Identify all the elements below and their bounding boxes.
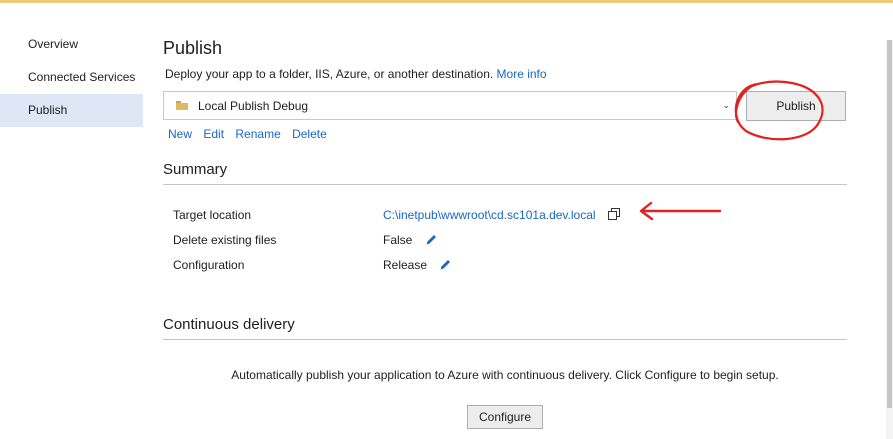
delete-existing-files-value: False — [383, 233, 438, 249]
target-location-path[interactable]: C:\inetpub\wwwroot\cd.sc101a.dev.local — [383, 208, 596, 222]
delete-existing-files-text: False — [383, 233, 413, 248]
configuration-text: Release — [383, 258, 428, 273]
configuration-value: Release — [383, 258, 452, 274]
configure-button[interactable]: Configure — [467, 405, 543, 429]
target-location-label: Target location — [173, 208, 252, 222]
page-title: Publish — [163, 38, 223, 58]
pencil-icon[interactable] — [425, 233, 438, 249]
description-text: Deploy your app to a folder, IIS, Azure,… — [165, 67, 494, 81]
delete-profile-link[interactable]: Delete — [292, 127, 327, 141]
folder-icon — [176, 101, 188, 110]
page-description: Deploy your app to a folder, IIS, Azure,… — [165, 67, 547, 81]
profile-selected-label: Local Publish Debug — [198, 99, 309, 113]
sidebar: Overview Connected Services Publish — [0, 28, 143, 127]
target-location-value: C:\inetpub\wwwroot\cd.sc101a.dev.local — [383, 208, 620, 223]
continuous-delivery-divider — [163, 339, 847, 340]
delete-existing-files-label: Delete existing files — [173, 233, 277, 247]
summary-divider — [163, 184, 847, 185]
chevron-down-icon[interactable]: ⌄ — [722, 100, 730, 111]
sidebar-item-connected-services[interactable]: Connected Services — [0, 61, 143, 94]
copy-icon[interactable] — [607, 208, 620, 223]
profile-actions: New Edit Rename Delete — [168, 127, 335, 141]
configuration-label: Configuration — [173, 258, 245, 272]
top-accent-bar — [0, 0, 893, 3]
publish-button[interactable]: Publish — [746, 91, 846, 121]
summary-heading: Summary — [163, 161, 228, 178]
continuous-delivery-text: Automatically publish your application t… — [231, 368, 779, 382]
scrollbar-thumb[interactable] — [887, 40, 892, 408]
publish-profile-dropdown[interactable]: Local Publish Debug ⌄ — [163, 91, 737, 120]
more-info-link[interactable]: More info — [497, 67, 547, 81]
edit-profile-link[interactable]: Edit — [203, 127, 224, 141]
rename-profile-link[interactable]: Rename — [235, 127, 280, 141]
pencil-icon[interactable] — [439, 258, 452, 274]
annotation-arrow — [639, 201, 722, 221]
sidebar-item-overview[interactable]: Overview — [0, 28, 143, 61]
sidebar-item-publish[interactable]: Publish — [0, 94, 143, 127]
new-profile-link[interactable]: New — [168, 127, 192, 141]
continuous-delivery-heading: Continuous delivery — [163, 316, 295, 333]
